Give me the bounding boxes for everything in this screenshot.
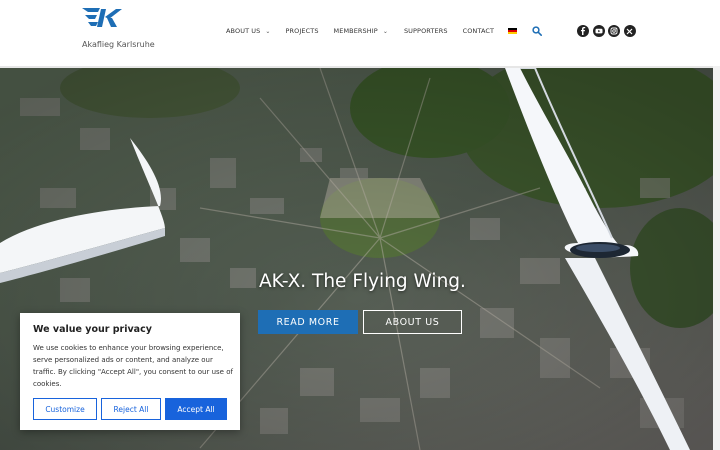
customize-button[interactable]: Customize (33, 398, 97, 420)
cookie-description: We use cookies to enhance your browsing … (33, 344, 233, 388)
german-flag-icon[interactable] (508, 28, 518, 34)
hero-title: AK-X. The Flying Wing. (259, 271, 466, 292)
social-links (577, 25, 639, 37)
nav-projects[interactable]: PROJECTS (286, 27, 319, 35)
akaflieg-logo-icon (82, 8, 122, 27)
nav-supporters[interactable]: SUPPORTERS (404, 27, 448, 35)
facebook-icon[interactable] (577, 25, 589, 37)
about-us-button[interactable]: ABOUT US (363, 310, 462, 334)
reject-all-button[interactable]: Reject All (101, 398, 161, 420)
nav-about-us[interactable]: ABOUT US ⌄ (226, 27, 271, 35)
nav-supporters-label: SUPPORTERS (403, 27, 448, 35)
scrollbar[interactable] (713, 66, 720, 450)
chevron-down-icon: ⌄ (265, 27, 271, 35)
accept-all-button[interactable]: Accept All (165, 398, 227, 420)
nav-membership[interactable]: MEMBERSHIP ⌄ (334, 27, 388, 35)
x-icon[interactable] (623, 25, 636, 37)
nav-about-us-label: ABOUT US (226, 27, 261, 35)
main-navigation: ABOUT US ⌄ PROJECTS MEMBERSHIP ⌄ SUPPORT… (226, 24, 518, 38)
nav-contact-label: CONTACT (462, 27, 495, 35)
nav-projects-label: PROJECTS (285, 27, 319, 35)
brand-caption: Akaflieg Karlsruhe (82, 40, 155, 49)
chevron-down-icon: ⌄ (382, 27, 388, 35)
youtube-icon[interactable] (592, 25, 605, 37)
brand-logo[interactable]: Akaflieg Karlsruhe (82, 8, 162, 50)
search-icon[interactable] (532, 26, 542, 36)
site-header: Akaflieg Karlsruhe ABOUT US ⌄ PROJECTS M… (0, 0, 720, 66)
cookie-title: We value your privacy (33, 324, 152, 335)
cookie-consent-banner: We value your privacy We use cookies to … (20, 313, 240, 430)
nav-membership-label: MEMBERSHIP (333, 27, 378, 35)
nav-contact[interactable]: CONTACT (463, 27, 495, 35)
instagram-icon[interactable] (608, 25, 620, 37)
read-more-button[interactable]: READ MORE (258, 310, 358, 334)
